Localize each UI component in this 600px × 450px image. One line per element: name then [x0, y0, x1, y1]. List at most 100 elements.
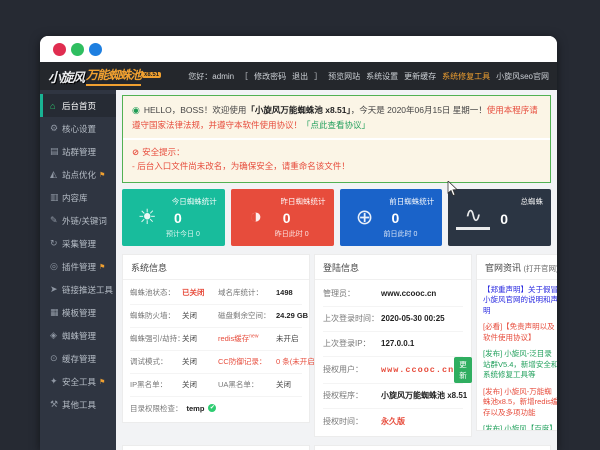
stat-card-sub: 昨日此时 0	[273, 229, 326, 239]
sidebar-item-content-library[interactable]: ▥ 内容库	[40, 186, 116, 209]
stat-card-today[interactable]: ☀ 今日蜘蛛统计 0 预计今日 0	[122, 189, 225, 246]
window-maximize-dot[interactable]	[89, 43, 102, 56]
login-info-title: 登陆信息	[315, 255, 471, 280]
news-title-text: 官网资讯	[485, 263, 521, 273]
change-password-link[interactable]: 修改密码	[254, 71, 286, 82]
logo-text-primary: 小旋风	[48, 67, 84, 86]
last-login-time: 2020-05-30 00:25	[381, 314, 445, 323]
system-info-row: 蜘蛛池状态： 已关闭 域名库统计： 1498	[130, 282, 302, 305]
welcome-message: ◉HELLO，BOSS！欢迎使用「小旋风万能蜘蛛池 x8.51」，今天是 202…	[123, 96, 550, 138]
domain-count: 1498	[276, 288, 302, 297]
sidebar-item-label: 内容库	[62, 192, 88, 204]
sidebar-item-site-group[interactable]: ▤ 站群管理	[40, 140, 116, 163]
sidebar-nav: ⌂ 后台首页 ⚙ 核心设置 ▤ 站群管理 ◭ 站点优化 ⚑ ▥ 内容库 ✎	[40, 90, 116, 450]
refresh-cache-link[interactable]: 更新缓存	[404, 71, 436, 82]
sidebar-item-cache-manage[interactable]: ⊙ 缓存管理	[40, 347, 116, 370]
field-label: 调试模式：	[130, 356, 182, 367]
licensed-user: www.ccooc.cn	[381, 365, 454, 375]
login-info-row: 上次登录IP： 127.0.0.1	[323, 332, 463, 357]
pin-flag-icon: ⚑	[99, 171, 105, 179]
stat-card-total[interactable]: ∿ 总蜘蛛 0	[448, 189, 551, 246]
welcome-prefix: HELLO，BOSS！欢迎使用	[144, 105, 247, 115]
news-panel-title: 官网资讯 (打开官网)	[477, 255, 557, 280]
library-icon: ▥	[50, 192, 62, 203]
sidebar-item-label: 站点优化	[62, 169, 96, 181]
spider-pool-status: 已关闭	[182, 287, 218, 298]
sidebar-item-collection[interactable]: ↻ 采集管理	[40, 232, 116, 255]
disk-free-space: 24.29 GB	[276, 311, 308, 320]
field-label: 域名库统计：	[218, 287, 276, 298]
trend-icon: ∿	[456, 205, 490, 230]
welcome-date: ，今天是 2020年06月15日 星期一！	[351, 105, 487, 115]
official-site-link[interactable]: 小旋风seo官网	[496, 71, 549, 82]
news-item[interactable]: [发布] 小旋风-万能蜘蛛池x8.5，新增redis缓存以及多项功能	[483, 387, 557, 419]
window-close-dot[interactable]	[53, 43, 66, 56]
news-item[interactable]: [发布] 小旋风【百度】	[483, 424, 557, 430]
sidebar-item-security-tools[interactable]: ✦ 安全工具 ⚑	[40, 370, 116, 393]
stat-card-title: 今日蜘蛛统计	[172, 196, 217, 207]
greeting-text: 您好：admin	[188, 71, 234, 82]
login-info-panel: 登陆信息 管理员： www.ccooc.cn 上次登录时间： 2020-05-3…	[314, 254, 472, 437]
home-icon: ⌂	[50, 101, 62, 111]
field-label: 磁盘剩余空间：	[218, 310, 276, 321]
site-group-icon: ▤	[50, 146, 62, 157]
system-info-row: 调试模式： 关闭 CC防御记录： 0 条(未开启)	[130, 351, 302, 374]
news-item[interactable]: 【郑重声明】关于假冒小旋风官网的说明和声明	[483, 285, 557, 317]
sidebar-item-label: 蜘蛛管理	[62, 330, 96, 342]
stat-card-day-before[interactable]: ⊕ 前日蜘蛛统计 0 前日此时 0	[340, 189, 443, 246]
field-label: 目录权限检查：	[130, 403, 183, 414]
sidebar-item-site-optimize[interactable]: ◭ 站点优化 ⚑	[40, 163, 116, 186]
repair-tool-link[interactable]: 系统修复工具	[442, 71, 490, 82]
tools-icon: ⚒	[50, 399, 62, 410]
sidebar-item-spider-manage[interactable]: ◈ 蜘蛛管理	[40, 324, 116, 347]
debug-mode-status: 关闭	[182, 356, 218, 367]
system-info-row: 蜘蛛强引/劫持： 关闭 redis缓存new 未开启	[130, 328, 302, 351]
spider-ratio-panel: 今日蜘蛛访问比率	[122, 445, 310, 450]
sidebar-item-label: 安全工具	[62, 376, 96, 388]
sidebar-item-label: 后台首页	[62, 100, 96, 112]
header-links: 您好：admin ［ 修改密码 退出 ］ 预览网站 系统设置 更新缓存 系统修复…	[188, 71, 549, 82]
stat-card-title: 前日蜘蛛统计	[389, 196, 434, 207]
logout-link[interactable]: 退出	[292, 71, 308, 82]
cache-icon: ⊙	[50, 353, 62, 364]
ip-blacklist-status: 关闭	[182, 379, 218, 390]
field-label: 授权用户：	[323, 364, 381, 375]
stat-card-sub	[490, 231, 543, 239]
field-label: 蜘蛛池状态：	[130, 287, 182, 298]
sidebar-item-core-settings[interactable]: ⚙ 核心设置	[40, 117, 116, 140]
sidebar-item-other-tools[interactable]: ⚒ 其他工具	[40, 393, 116, 416]
sidebar-item-link-push[interactable]: ➤ 链接推送工具 ⚑	[40, 278, 116, 301]
window-minimize-dot[interactable]	[71, 43, 84, 56]
login-info-row: 管理员： www.ccooc.cn	[323, 282, 463, 307]
stat-card-value: 0	[490, 211, 543, 227]
sidebar-item-plugins[interactable]: ◎ 插件管理 ⚑	[40, 255, 116, 278]
spider-icon: ◈	[50, 330, 62, 341]
stat-card-sub: 前日此时 0	[382, 229, 435, 239]
field-label: UA黑名单：	[218, 379, 276, 390]
sidebar-item-templates[interactable]: ▦ 模板管理	[40, 301, 116, 324]
browser-window: 小旋风 万能蜘蛛池 x8.51 您好：admin ［ 修改密码 退出 ］ 预览网…	[40, 36, 557, 450]
preview-site-link[interactable]: 预览网站	[328, 71, 360, 82]
sidebar-item-label: 外链/关键词	[62, 215, 107, 227]
app-logo[interactable]: 小旋风 万能蜘蛛池 x8.51	[48, 66, 161, 86]
sidebar-item-label: 插件管理	[62, 261, 96, 273]
open-official-site-link[interactable]: (打开官网)	[524, 264, 557, 273]
pin-flag-icon: ⚑	[99, 263, 105, 271]
pencil-icon: ✎	[50, 215, 62, 226]
update-license-button[interactable]: 更新	[454, 357, 472, 383]
sidebar-item-links-keywords[interactable]: ✎ 外链/关键词	[40, 209, 116, 232]
stat-card-value: 0	[382, 210, 435, 226]
security-alert: ⊘安全提示： - 后台入口文件尚未改名，为确保安全，请重命名该文件！	[123, 140, 550, 182]
bracket-close: ］	[314, 71, 322, 82]
field-label: 蜘蛛防火墙：	[130, 310, 182, 321]
news-item[interactable]: [发布] 小旋风-泛目录站群V5.4，新增安全和系统修复工具等	[483, 349, 557, 381]
pin-flag-icon: ⚑	[99, 378, 105, 386]
view-agreement-link[interactable]: 「点此查看协议」	[302, 120, 370, 130]
system-settings-link[interactable]: 系统设置	[366, 71, 398, 82]
contrast-icon: ◑	[239, 205, 273, 229]
news-item[interactable]: [必看]【免责声明以及软件使用协议】	[483, 322, 557, 343]
system-info-title: 系统信息	[123, 255, 309, 280]
sidebar-item-home[interactable]: ⌂ 后台首页	[40, 94, 116, 117]
stat-card-title: 总蜘蛛	[521, 196, 544, 207]
stat-card-yesterday[interactable]: ◑ 昨日蜘蛛统计 0 昨日此时 0	[231, 189, 334, 246]
